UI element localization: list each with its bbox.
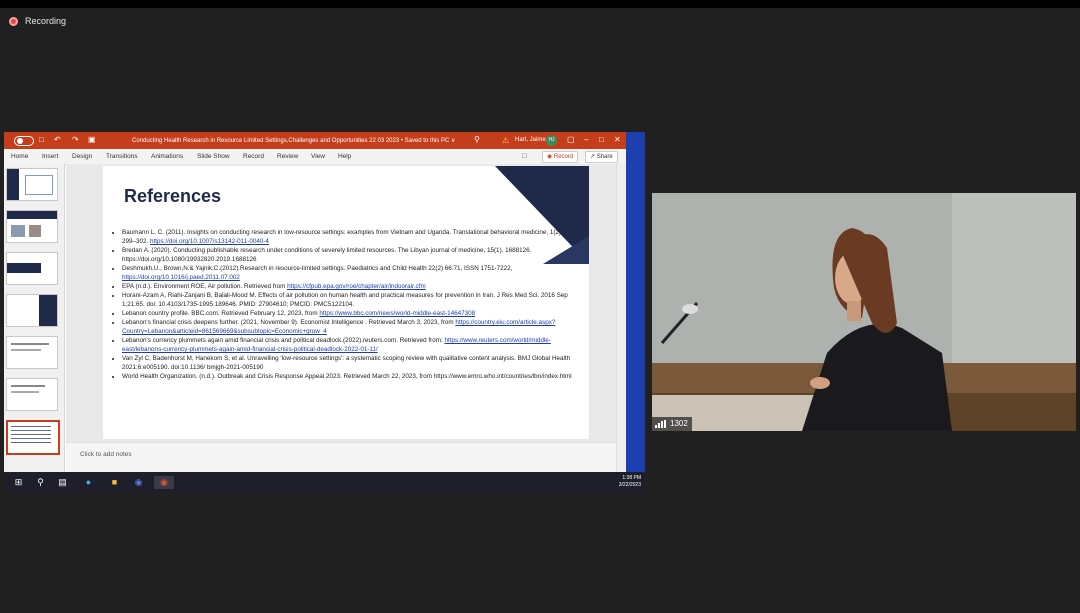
- reference-text: Lebanon country profile. BBC.com. Retrie…: [122, 310, 320, 317]
- reference-item: Deshmukh,U., Brown,N.& Yajnik,C.(2012).R…: [122, 264, 577, 282]
- reference-item: Baumann L. C. (2011). Insights on conduc…: [122, 228, 577, 246]
- reference-text: Lebanon's currency plummets again amid f…: [122, 337, 445, 344]
- taskbar-clock: 1:38 PM 3/22/2023: [619, 475, 641, 489]
- slide-thumbnail[interactable]: [6, 168, 58, 201]
- record-dot-icon: [9, 16, 18, 26]
- speaker-video-image: [652, 193, 1076, 431]
- signal-bars-icon: [655, 420, 667, 428]
- slide-thumbnails-panel[interactable]: [4, 164, 65, 472]
- slide-thumbnail[interactable]: [6, 252, 58, 285]
- notes-placeholder: Click to add notes: [80, 451, 132, 458]
- reference-text: Bredan A. (2020). Conducting publishable…: [122, 247, 532, 263]
- reference-text: Lebanon's financial crisis deepens furth…: [122, 319, 456, 326]
- warning-icon: ⚠: [502, 136, 510, 145]
- reference-item: Lebanon country profile. BBC.com. Retrie…: [122, 309, 577, 318]
- undo-icon[interactable]: ↶: [54, 135, 61, 145]
- ribbon-tabs: Home Insert Design Transitions Animation…: [4, 149, 645, 165]
- tab-slide-show[interactable]: Slide Show: [197, 153, 230, 160]
- tab-transitions[interactable]: Transitions: [106, 153, 138, 160]
- close-icon[interactable]: ✕: [614, 135, 621, 145]
- record-button[interactable]: ◉ Record: [542, 151, 579, 163]
- slide-scrollbar[interactable]: [616, 164, 626, 472]
- windows-start-icon[interactable]: ⊞: [12, 476, 25, 489]
- participant-count-badge: 1302: [652, 417, 692, 431]
- avatar[interactable]: HJ: [546, 135, 557, 146]
- search-icon[interactable]: ⚲: [34, 476, 47, 489]
- slide-thumbnail[interactable]: [6, 336, 58, 369]
- slide-thumbnail[interactable]: [6, 378, 58, 411]
- tab-home[interactable]: Home: [11, 153, 28, 160]
- slide-thumbnail[interactable]: [6, 294, 58, 327]
- reference-text: Van Zyl C, Badenhorst M, Hanekom S, et a…: [122, 355, 571, 371]
- save-icon[interactable]: □: [39, 135, 44, 145]
- ribbon-options-icon[interactable]: ▢: [567, 135, 575, 145]
- reference-item: EPA (n.d.). Environment ROE, Air polluti…: [122, 282, 577, 291]
- reference-item: Horani-Azam A, Riahi-Zanjani B, Balali-M…: [122, 291, 577, 309]
- edge-browser-icon[interactable]: ●: [82, 476, 95, 489]
- slide-title: References: [124, 186, 222, 206]
- reference-text: Deshmukh,U., Brown,N.& Yajnik,C.(2012).R…: [122, 265, 513, 272]
- record-button-label: Record: [553, 154, 574, 160]
- recording-label: Recording: [25, 16, 67, 26]
- reference-list: Baumann L. C. (2011). Insights on conduc…: [108, 228, 577, 381]
- powerpoint-title-bar: □ ↶ ↷ ▣ Conducting Health Research in Re…: [4, 132, 645, 149]
- autosave-toggle[interactable]: [14, 136, 34, 146]
- reference-item: Lebanon's financial crisis deepens furth…: [122, 318, 577, 336]
- file-explorer-icon[interactable]: ■: [108, 476, 121, 489]
- reference-link[interactable]: https://www.bbc.com/news/world-middle-ea…: [319, 310, 475, 317]
- reference-item: Van Zyl C, Badenhorst M, Hanekom S, et a…: [122, 354, 577, 372]
- comments-icon[interactable]: □: [522, 151, 527, 161]
- current-slide[interactable]: References Baumann L. C. (2011). Insight…: [103, 166, 589, 439]
- tab-record[interactable]: Record: [243, 153, 264, 160]
- reference-link[interactable]: https://doi.org/10.1016/j.paed.2011.07.0…: [122, 274, 240, 281]
- reference-text: Horani-Azam A, Riahi-Zanjani B, Balali-M…: [122, 292, 568, 308]
- clock-time: 1:38 PM: [622, 475, 641, 481]
- tab-design[interactable]: Design: [72, 153, 92, 160]
- desktop-background-strip: [626, 132, 645, 472]
- present-icon[interactable]: ▣: [88, 135, 96, 145]
- tab-help[interactable]: Help: [338, 153, 351, 160]
- user-name: Hart, Jaime: [515, 137, 546, 143]
- clock-date: 3/22/2023: [618, 482, 641, 488]
- window-title: Conducting Health Research in Resource L…: [132, 138, 456, 144]
- reference-link[interactable]: https://doi.org/10.1007/s13142-011-0040-…: [150, 238, 269, 245]
- recording-indicator: Recording: [9, 16, 66, 26]
- notes-pane[interactable]: Click to add notes: [66, 442, 626, 473]
- windows-taskbar: ⊞ ⚲ ▤ ● ■ ◉ ◉ 1:38 PM 3/22/2023: [4, 472, 645, 493]
- tab-insert[interactable]: Insert: [42, 153, 58, 160]
- reference-item: Lebanon's currency plummets again amid f…: [122, 336, 577, 354]
- participant-count: 1302: [670, 419, 688, 428]
- reference-item: World Health Organization. (n.d.). Outbr…: [122, 372, 577, 381]
- minimize-icon[interactable]: –: [584, 135, 588, 145]
- share-button-label: Share: [596, 154, 613, 160]
- maximize-icon[interactable]: □: [599, 135, 604, 145]
- search-icon[interactable]: ⚲: [474, 135, 480, 145]
- top-black-bar: [0, 0, 1080, 8]
- slide-editing-area[interactable]: References Baumann L. C. (2011). Insight…: [66, 164, 626, 472]
- slide-thumbnail[interactable]: [6, 210, 58, 243]
- share-icon: ↗: [590, 154, 597, 160]
- record-dot-icon: ◉: [547, 154, 554, 160]
- reference-item: Bredan A. (2020). Conducting publishable…: [122, 246, 577, 264]
- redo-icon[interactable]: ↷: [72, 135, 79, 145]
- tab-animations[interactable]: Animations: [151, 153, 183, 160]
- speaker-video: 1302: [652, 193, 1076, 431]
- slide-thumbnail-selected[interactable]: [6, 420, 60, 455]
- reference-text: World Health Organization. (n.d.). Outbr…: [122, 373, 572, 380]
- zoom-app-icon[interactable]: ◉: [132, 476, 145, 489]
- powerpoint-icon[interactable]: ◉: [154, 476, 174, 489]
- shared-screen: □ ↶ ↷ ▣ Conducting Health Research in Re…: [4, 132, 645, 493]
- reference-text: EPA (n.d.). Environment ROE, Air polluti…: [122, 283, 288, 290]
- tab-view[interactable]: View: [311, 153, 325, 160]
- task-view-icon[interactable]: ▤: [56, 476, 69, 489]
- reference-link[interactable]: https://cfpub.epa.gov/roe/chapter/air/in…: [287, 283, 426, 290]
- share-button[interactable]: ↗ Share: [585, 151, 618, 163]
- tab-review[interactable]: Review: [277, 153, 298, 160]
